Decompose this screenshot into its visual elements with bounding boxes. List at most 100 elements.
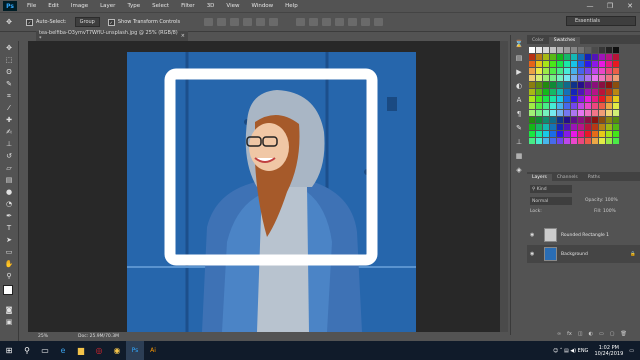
swatch[interactable]	[557, 110, 563, 116]
workspace-dropdown[interactable]: Essentials	[566, 16, 636, 26]
swatch[interactable]	[543, 61, 549, 67]
styles-icon[interactable]: ◈	[514, 165, 524, 175]
swatch[interactable]	[550, 103, 556, 109]
show-transform-checkbox[interactable]: ✓	[107, 18, 115, 26]
swatch[interactable]	[536, 54, 542, 60]
swatch[interactable]	[599, 61, 605, 67]
shape-tool[interactable]: ▭	[4, 247, 14, 257]
swatch[interactable]	[564, 47, 570, 53]
distribute-right-icon[interactable]	[361, 18, 371, 26]
swatch[interactable]	[571, 61, 577, 67]
swatch[interactable]	[564, 124, 570, 130]
swatch[interactable]	[613, 82, 619, 88]
quick-selection-tool[interactable]: ✎	[4, 79, 14, 89]
tab-swatches[interactable]: Swatches	[548, 37, 581, 44]
swatch[interactable]	[543, 54, 549, 60]
zoom-tool[interactable]: ⚲	[4, 271, 14, 281]
swatch[interactable]	[599, 124, 605, 130]
swatch[interactable]	[550, 110, 556, 116]
swatch[interactable]	[613, 68, 619, 74]
windows-start-icon[interactable]: ⊞	[0, 341, 18, 360]
swatch[interactable]	[613, 61, 619, 67]
swatch[interactable]	[592, 131, 598, 137]
swatch[interactable]	[529, 131, 535, 137]
swatch[interactable]	[550, 47, 556, 53]
menu-3d[interactable]: 3D	[201, 3, 221, 9]
swatch[interactable]	[529, 54, 535, 60]
distribute-center-icon[interactable]	[348, 18, 358, 26]
swatch[interactable]	[571, 47, 577, 53]
swatch[interactable]	[585, 61, 591, 67]
swatch[interactable]	[571, 117, 577, 123]
layer-row-background[interactable]: ◉ Background 🔒	[527, 245, 640, 263]
swatch[interactable]	[592, 82, 598, 88]
swatch[interactable]	[599, 103, 605, 109]
swatch[interactable]	[571, 54, 577, 60]
swatch[interactable]	[543, 131, 549, 137]
align-middle-icon[interactable]	[217, 18, 227, 26]
swatch[interactable]	[571, 96, 577, 102]
swatch[interactable]	[599, 138, 605, 144]
align-left-icon[interactable]	[243, 18, 253, 26]
swatch[interactable]	[599, 75, 605, 81]
pen-tool[interactable]: ✒	[4, 211, 14, 221]
tab-paths[interactable]: Paths	[583, 174, 605, 181]
swatch[interactable]	[564, 89, 570, 95]
swatch[interactable]	[536, 47, 542, 53]
visibility-eye-icon[interactable]: ◉	[530, 232, 538, 238]
swatch[interactable]	[564, 68, 570, 74]
swatch[interactable]	[613, 103, 619, 109]
swatch[interactable]	[536, 96, 542, 102]
document-canvas[interactable]	[127, 52, 416, 332]
history-icon[interactable]: ⌛	[514, 39, 524, 49]
swatch[interactable]	[543, 68, 549, 74]
swatch[interactable]	[613, 54, 619, 60]
swatch[interactable]	[529, 96, 535, 102]
swatch[interactable]	[578, 103, 584, 109]
swatch[interactable]	[536, 61, 542, 67]
file-explorer-icon[interactable]: ▆	[72, 341, 90, 360]
swatch[interactable]	[543, 89, 549, 95]
swatch[interactable]	[543, 138, 549, 144]
swatch[interactable]	[529, 47, 535, 53]
swatch[interactable]	[564, 75, 570, 81]
swatch[interactable]	[578, 47, 584, 53]
play-actions-icon[interactable]: ▶	[514, 67, 524, 77]
screen-mode-icon[interactable]: ▣	[4, 317, 14, 327]
swatch[interactable]	[606, 138, 612, 144]
swatch[interactable]	[557, 103, 563, 109]
lasso-tool[interactable]: ʘ	[4, 67, 14, 77]
volume-icon[interactable]: ◀)	[570, 348, 577, 354]
opacity-control[interactable]: Opacity: 100%	[585, 198, 618, 203]
swatch[interactable]	[543, 47, 549, 53]
add-style-icon[interactable]: fx	[567, 331, 572, 337]
swatch[interactable]	[557, 82, 563, 88]
swatch[interactable]	[578, 117, 584, 123]
swatch[interactable]	[606, 75, 612, 81]
swatch[interactable]	[578, 68, 584, 74]
swatch[interactable]	[564, 131, 570, 137]
swatch[interactable]	[578, 131, 584, 137]
swatches-grid[interactable]	[529, 47, 625, 145]
swatch[interactable]	[606, 124, 612, 130]
tray-people-icon[interactable]: ☺	[553, 348, 560, 354]
chrome-icon[interactable]: ◉	[108, 341, 126, 360]
swatch[interactable]	[613, 96, 619, 102]
menu-help[interactable]: Help	[279, 3, 304, 9]
add-mask-icon[interactable]: ◫	[578, 331, 583, 337]
fill-control[interactable]: Fill: 100%	[594, 209, 616, 214]
swatch[interactable]	[529, 75, 535, 81]
layer-row-rounded-rectangle[interactable]: ◉ Rounded Rectangle 1	[527, 226, 640, 244]
swatch[interactable]	[613, 138, 619, 144]
swatch[interactable]	[578, 61, 584, 67]
swatch[interactable]	[550, 124, 556, 130]
menu-layer[interactable]: Layer	[94, 3, 121, 9]
swatch[interactable]	[571, 138, 577, 144]
gradient-tool[interactable]: ▤	[4, 175, 14, 185]
distribute-left-icon[interactable]	[335, 18, 345, 26]
menu-file[interactable]: File	[21, 3, 42, 9]
swatch[interactable]	[529, 103, 535, 109]
history-brush-tool[interactable]: ↺	[4, 151, 14, 161]
swatch[interactable]	[599, 54, 605, 60]
tab-layers[interactable]: Layers	[527, 174, 552, 181]
